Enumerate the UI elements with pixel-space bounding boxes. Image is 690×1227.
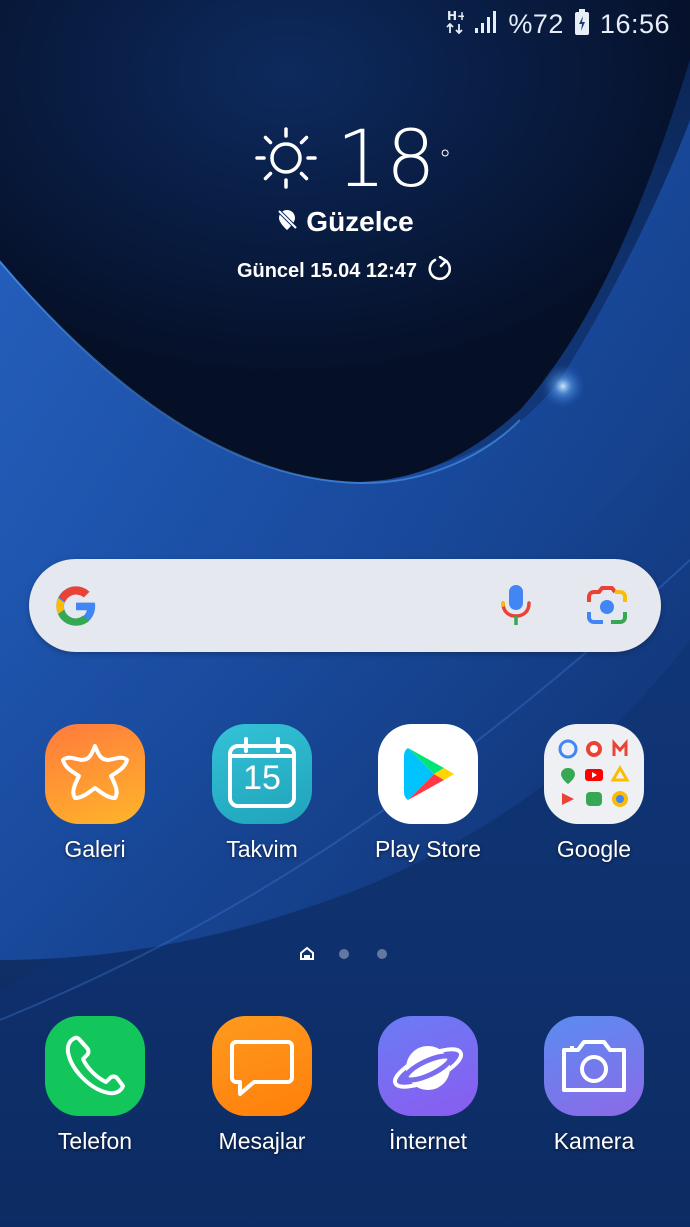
location-name: Güzelce	[306, 206, 414, 237]
app-internet[interactable]: İnternet	[348, 1016, 508, 1155]
gallery-icon	[45, 724, 145, 824]
app-takvim[interactable]: 15 Takvim	[182, 724, 342, 863]
internet-icon	[378, 1016, 478, 1116]
location-off-icon	[276, 208, 298, 237]
app-label: Google	[556, 836, 632, 862]
google-g-icon[interactable]	[53, 583, 99, 629]
calendar-icon: 15	[212, 724, 312, 824]
home-indicator-icon[interactable]	[299, 946, 315, 966]
sun-icon	[254, 126, 318, 195]
degree-symbol: °	[438, 145, 452, 175]
play-store-icon	[378, 724, 478, 824]
google-lens-icon[interactable]	[585, 586, 629, 626]
app-label: Telefon	[57, 1128, 133, 1154]
page-dot[interactable]	[377, 949, 387, 959]
microphone-icon[interactable]	[497, 583, 535, 629]
messages-icon	[212, 1016, 312, 1116]
temperature: 18 °	[336, 121, 451, 199]
page-dot[interactable]	[339, 949, 349, 959]
camera-icon	[544, 1016, 644, 1116]
app-google-folder[interactable]: Google	[514, 724, 674, 863]
phone-icon	[45, 1016, 145, 1116]
network-type-text: H+	[447, 9, 464, 23]
app-label: Kamera	[553, 1128, 635, 1154]
signal-icon	[474, 9, 498, 40]
page-indicator	[0, 944, 690, 964]
weather-widget[interactable]: 18 ° Güzelce Güncel 15.04 12:47	[0, 118, 690, 287]
app-kamera[interactable]: Kamera	[514, 1016, 674, 1155]
google-search-bar[interactable]	[29, 559, 661, 652]
app-label: İnternet	[389, 1128, 467, 1154]
battery-icon	[574, 8, 590, 41]
app-galeri[interactable]: Galeri	[15, 724, 175, 863]
calendar-day: 15	[243, 759, 281, 797]
google-folder-icon	[544, 724, 644, 824]
app-label: Galeri	[64, 836, 126, 862]
app-label: Takvim	[226, 836, 298, 862]
app-telefon[interactable]: Telefon	[15, 1016, 175, 1155]
refresh-icon[interactable]	[427, 255, 453, 287]
app-play-store[interactable]: Play Store	[348, 724, 508, 863]
last-updated: Güncel 15.04 12:47	[236, 260, 418, 282]
app-label: Mesajlar	[218, 1128, 306, 1154]
temperature-value: 18	[336, 115, 436, 205]
battery-percent: %72	[508, 8, 564, 39]
clock: 16:56	[599, 8, 670, 39]
status-bar: H+ %72 16:56	[0, 0, 690, 48]
network-type-icon: H+	[446, 8, 467, 41]
status-icons: H+ %72 16:56	[446, 6, 670, 42]
app-mesajlar[interactable]: Mesajlar	[182, 1016, 342, 1155]
app-label: Play Store	[374, 836, 482, 862]
